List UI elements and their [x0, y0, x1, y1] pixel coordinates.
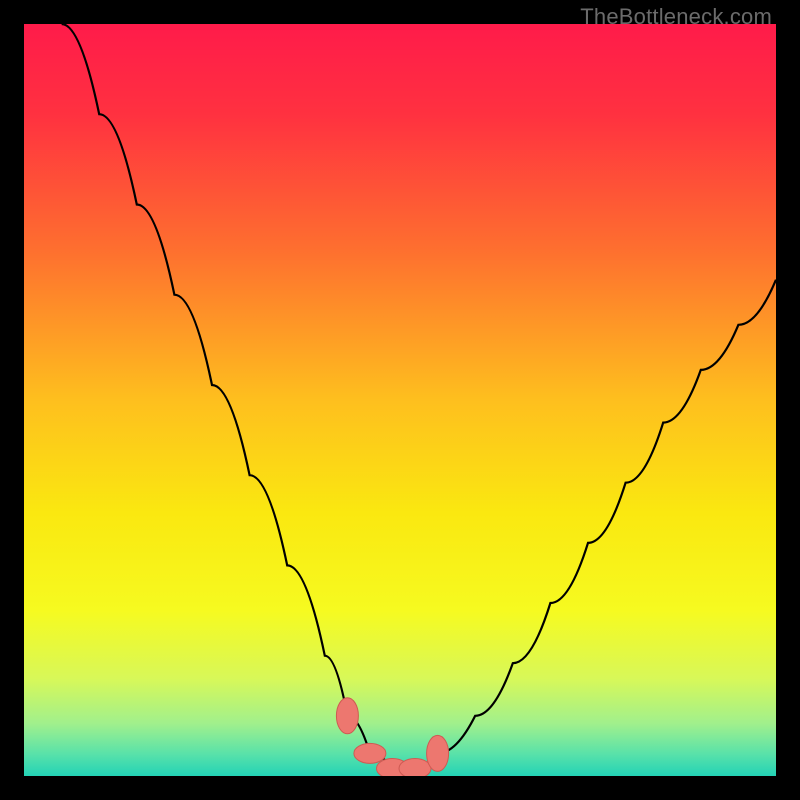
marker-point	[354, 743, 386, 763]
bottleneck-curve	[62, 24, 776, 769]
plot-area	[24, 24, 776, 776]
marker-point	[427, 735, 449, 771]
chart-frame: TheBottleneck.com	[0, 0, 800, 800]
chart-overlay	[24, 24, 776, 776]
marker-point	[399, 759, 431, 777]
highlighted-range-markers	[336, 698, 448, 776]
watermark-text: TheBottleneck.com	[580, 4, 772, 30]
marker-point	[336, 698, 358, 734]
